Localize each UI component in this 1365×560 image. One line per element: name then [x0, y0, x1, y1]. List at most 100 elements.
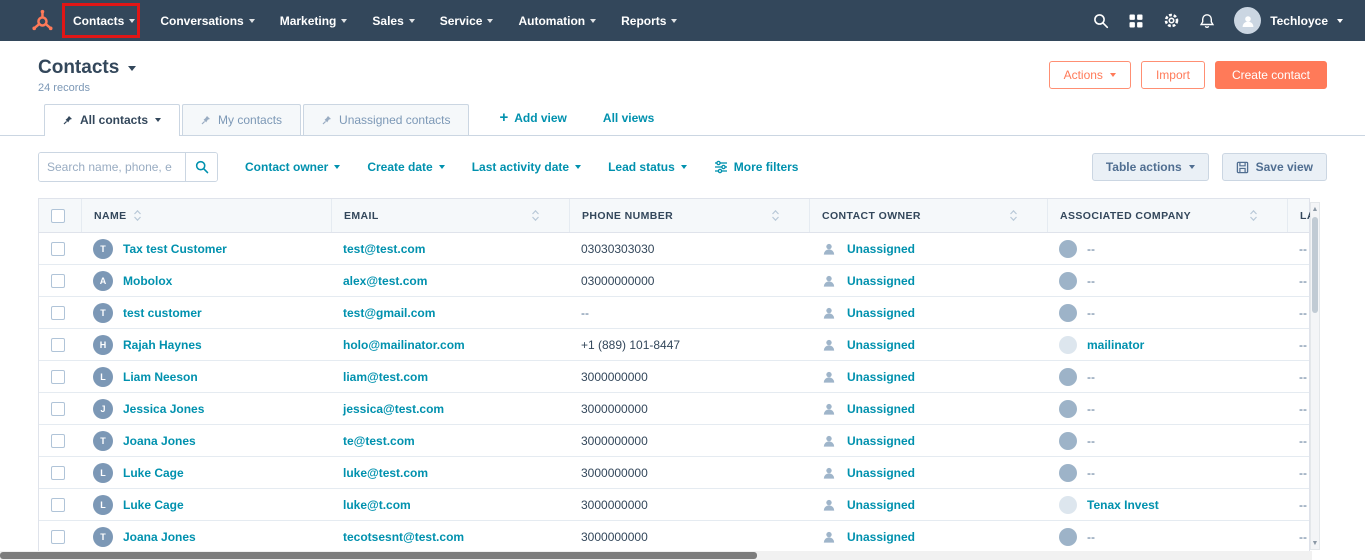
sort-icon[interactable]: [1010, 210, 1017, 221]
filter-create-date[interactable]: Create date: [367, 160, 445, 174]
sort-icon[interactable]: [133, 210, 141, 221]
company-label[interactable]: Tenax Invest: [1087, 498, 1159, 512]
create-contact-button[interactable]: Create contact: [1214, 61, 1327, 89]
owner-label[interactable]: Unassigned: [847, 402, 915, 416]
contact-email-link[interactable]: luke@t.com: [343, 498, 411, 512]
contact-name-link[interactable]: Liam Neeson: [123, 370, 198, 384]
hubspot-sprocket-logo[interactable]: [30, 9, 53, 32]
sort-icon[interactable]: [772, 210, 779, 221]
contact-name-link[interactable]: Tax test Customer: [123, 242, 227, 256]
contact-name-link[interactable]: Luke Cage: [123, 498, 184, 512]
search-input[interactable]: [39, 153, 185, 181]
column-header-contact-owner[interactable]: CONTACT OWNER: [809, 199, 1047, 232]
nav-item-marketing[interactable]: Marketing: [280, 14, 348, 28]
table-row: J Jessica Jones jessica@test.com 3000000…: [39, 393, 1309, 425]
contact-email-link[interactable]: alex@test.com: [343, 274, 427, 288]
contact-name-link[interactable]: Joana Jones: [123, 434, 196, 448]
contact-email-link[interactable]: test@gmail.com: [343, 306, 435, 320]
add-view-link[interactable]: + Add view: [499, 110, 566, 125]
contact-email-link[interactable]: liam@test.com: [343, 370, 428, 384]
select-all-checkbox[interactable]: [51, 208, 65, 223]
contact-email-link[interactable]: te@test.com: [343, 434, 415, 448]
contact-email-link[interactable]: test@test.com: [343, 242, 425, 256]
tab-all-contacts[interactable]: All contacts: [44, 104, 181, 136]
contact-name-link[interactable]: Joana Jones: [123, 530, 196, 544]
sort-icon[interactable]: [532, 210, 539, 221]
chevron-down-icon: [590, 19, 597, 23]
table-actions-button[interactable]: Table actions: [1091, 153, 1209, 181]
account-menu[interactable]: Techloyce: [1234, 7, 1343, 34]
vertical-scrollbar[interactable]: ▲ ▼: [1310, 202, 1320, 550]
column-header-name[interactable]: NAME: [81, 199, 331, 232]
chevron-down-icon: [1109, 73, 1116, 77]
owner-label[interactable]: Unassigned: [847, 306, 915, 320]
owner-label[interactable]: Unassigned: [847, 434, 915, 448]
navbar-right-tools: Techloyce: [1093, 7, 1343, 34]
header-buttons: Actions Import Create contact: [1048, 61, 1327, 89]
filter-last-activity-date[interactable]: Last activity date: [472, 160, 582, 174]
row-checkbox[interactable]: [51, 497, 65, 512]
contact-email-link[interactable]: luke@test.com: [343, 466, 428, 480]
vertical-scroll-thumb[interactable]: [1312, 217, 1318, 313]
contact-email-link[interactable]: jessica@test.com: [343, 402, 444, 416]
import-button[interactable]: Import: [1140, 61, 1205, 89]
row-checkbox[interactable]: [51, 305, 65, 320]
actions-button[interactable]: Actions: [1048, 61, 1131, 89]
row-checkbox[interactable]: [51, 465, 65, 480]
scroll-up-arrow[interactable]: ▲: [1311, 204, 1319, 214]
tab-my-contacts[interactable]: My contacts: [182, 104, 302, 135]
company-label: --: [1087, 241, 1095, 256]
owner-label[interactable]: Unassigned: [847, 530, 915, 544]
marketplace-icon[interactable]: [1128, 13, 1144, 29]
owner-label[interactable]: Unassigned: [847, 274, 915, 288]
nav-item-automation[interactable]: Automation: [518, 14, 597, 28]
contact-name-link[interactable]: Mobolox: [123, 274, 172, 288]
row-checkbox[interactable]: [51, 273, 65, 288]
contact-name-link[interactable]: Jessica Jones: [123, 402, 204, 416]
column-header-phone[interactable]: PHONE NUMBER: [569, 199, 809, 232]
search-submit-button[interactable]: [185, 153, 217, 181]
contact-name-link[interactable]: test customer: [123, 306, 202, 320]
company-label[interactable]: mailinator: [1087, 338, 1144, 352]
contact-email-link[interactable]: tecotsesnt@test.com: [343, 530, 464, 544]
more-filters-button[interactable]: More filters: [714, 160, 798, 174]
row-checkbox[interactable]: [51, 241, 65, 256]
owner-label[interactable]: Unassigned: [847, 338, 915, 352]
column-header-associated-company[interactable]: ASSOCIATED COMPANY: [1047, 199, 1287, 232]
owner-label[interactable]: Unassigned: [847, 498, 915, 512]
contact-avatar: T: [93, 526, 113, 547]
settings-gear-icon[interactable]: [1163, 12, 1180, 29]
row-checkbox[interactable]: [51, 433, 65, 448]
tab-unassigned-contacts[interactable]: Unassigned contacts: [303, 104, 470, 135]
contact-name-link[interactable]: Luke Cage: [123, 466, 184, 480]
contact-name-link[interactable]: Rajah Haynes: [123, 338, 202, 352]
row-checkbox[interactable]: [51, 369, 65, 384]
filter-lead-status[interactable]: Lead status: [608, 160, 687, 174]
row-checkbox[interactable]: [51, 337, 65, 352]
sort-icon[interactable]: [1250, 210, 1257, 221]
owner-label[interactable]: Unassigned: [847, 370, 915, 384]
horizontal-scrollbar[interactable]: [0, 551, 1312, 560]
contact-email-link[interactable]: holo@mailinator.com: [343, 338, 465, 352]
save-view-button[interactable]: Save view: [1221, 153, 1327, 181]
filter-contact-owner[interactable]: Contact owner: [245, 160, 341, 174]
search-icon[interactable]: [1093, 13, 1109, 29]
all-views-link[interactable]: All views: [603, 111, 654, 125]
nav-item-conversations[interactable]: Conversations: [160, 14, 255, 28]
column-header-last-activity[interactable]: LA: [1287, 199, 1312, 232]
nav-item-sales[interactable]: Sales: [372, 14, 415, 28]
horizontal-scroll-thumb[interactable]: [0, 552, 757, 559]
title-dropdown-caret[interactable]: [128, 65, 137, 71]
scroll-down-arrow[interactable]: ▼: [1311, 538, 1319, 548]
table-row: T Joana Jones te@test.com 3000000000 Una…: [39, 425, 1309, 457]
nav-item-contacts[interactable]: Contacts: [73, 14, 136, 28]
table-row: H Rajah Haynes holo@mailinator.com +1 (8…: [39, 329, 1309, 361]
column-header-email[interactable]: EMAIL: [331, 199, 569, 232]
row-checkbox[interactable]: [51, 401, 65, 416]
owner-label[interactable]: Unassigned: [847, 242, 915, 256]
nav-item-reports[interactable]: Reports: [621, 14, 678, 28]
row-checkbox[interactable]: [51, 529, 65, 544]
owner-label[interactable]: Unassigned: [847, 466, 915, 480]
notifications-bell-icon[interactable]: [1199, 13, 1215, 29]
nav-item-service[interactable]: Service: [440, 14, 494, 28]
